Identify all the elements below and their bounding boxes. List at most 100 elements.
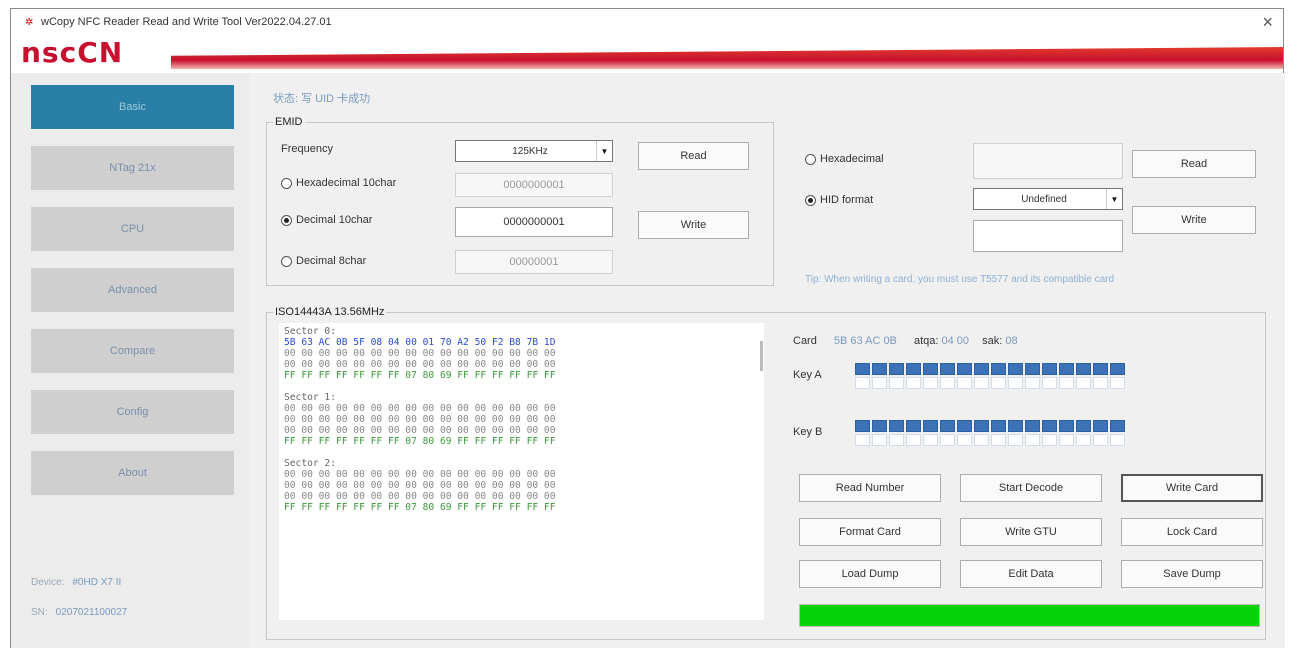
device-label: Device: (31, 577, 65, 588)
brand-banner (171, 47, 1283, 69)
hid-hex-field[interactable] (973, 143, 1123, 179)
key-b-label: Key B (793, 426, 823, 438)
key-cell (872, 363, 887, 375)
key-cell (1059, 420, 1074, 432)
sidebar-item-about[interactable]: About (31, 451, 234, 495)
radio-hex10-label: Hexadecimal 10char (296, 177, 397, 189)
chevron-down-icon[interactable]: ▼ (596, 141, 612, 161)
write-card-button[interactable]: Write Card (1121, 474, 1263, 502)
emid-legend: EMID (275, 116, 303, 128)
chevron-down-icon[interactable]: ▼ (1106, 189, 1122, 209)
radio-dot[interactable] (805, 153, 816, 165)
hex-line (284, 381, 759, 392)
key-cell (906, 363, 921, 375)
hid-read-button[interactable]: Read (1132, 150, 1256, 178)
frequency-value: 125KHz (512, 145, 548, 157)
close-icon[interactable]: × (1262, 12, 1273, 33)
frequency-select[interactable]: 125KHz ▼ (455, 140, 613, 162)
key-cell (855, 434, 870, 446)
radio-dec8-label: Decimal 8char (296, 255, 367, 267)
key-cell (855, 377, 870, 389)
radio-hexadecimal[interactable]: Hexadecimal (805, 153, 884, 165)
key-cell (974, 377, 989, 389)
key-cell (1008, 420, 1023, 432)
sidebar-item-compare[interactable]: Compare (31, 329, 234, 373)
title-bar[interactable]: ✲ wCopy NFC Reader Read and Write Tool V… (11, 9, 1283, 37)
hid-write-button[interactable]: Write (1132, 206, 1256, 234)
hex-line: 00 00 00 00 00 00 00 00 00 00 00 00 00 0… (284, 469, 556, 480)
key-cell (974, 420, 989, 432)
sidebar-item-advanced[interactable]: Advanced (31, 268, 234, 312)
hex10-field[interactable]: 0000000001 (455, 173, 613, 197)
key-cell (957, 377, 972, 389)
key-cell (1025, 363, 1040, 375)
dec10-field[interactable]: 0000000001 (455, 207, 613, 237)
key-cell (923, 377, 938, 389)
card-label: Card (793, 335, 817, 347)
serial-value: 0207021100027 (55, 607, 128, 618)
key-cell (1110, 377, 1125, 389)
emid-read-button[interactable]: Read (638, 142, 749, 170)
hid-format-select[interactable]: Undefined ▼ (973, 188, 1123, 210)
key-cell (1008, 363, 1023, 375)
key-cell (1059, 377, 1074, 389)
key-cell (1076, 434, 1091, 446)
read-number-button[interactable]: Read Number (799, 474, 941, 502)
radio-dot-selected[interactable] (805, 194, 816, 206)
main-panel: 状态: 写 UID 卡成功 EMID Frequency 125KHz ▼ Re… (249, 73, 1285, 648)
hex-line (284, 447, 759, 458)
hid-value-field[interactable] (973, 220, 1123, 252)
key-cell (855, 420, 870, 432)
hex-line: 00 00 00 00 00 00 00 00 00 00 00 00 00 0… (284, 425, 556, 436)
radio-dec8[interactable]: Decimal 8char (281, 255, 366, 267)
sidebar-item-cpu[interactable]: CPU (31, 207, 234, 251)
edit-data-button[interactable]: Edit Data (960, 560, 1102, 588)
radio-dot[interactable] (281, 177, 292, 189)
key-a-label: Key A (793, 369, 822, 381)
lock-card-button[interactable]: Lock Card (1121, 518, 1263, 546)
radio-dec10-label: Decimal 10char (296, 214, 373, 226)
radio-dec10[interactable]: Decimal 10char (281, 214, 372, 226)
radio-hex10[interactable]: Hexadecimal 10char (281, 177, 396, 189)
status-text: 状态: 写 UID 卡成功 (273, 93, 371, 105)
atqa-value: 04 00 (941, 335, 970, 347)
hex-line: 00 00 00 00 00 00 00 00 00 00 00 00 00 0… (284, 348, 556, 359)
key-cell (940, 420, 955, 432)
key-cell (974, 363, 989, 375)
key-cell (872, 377, 887, 389)
serial-info: SN: 0207021100027 (31, 607, 127, 618)
radio-dot[interactable] (281, 255, 292, 267)
format-card-button[interactable]: Format Card (799, 518, 941, 546)
emid-write-button[interactable]: Write (638, 211, 749, 239)
card-uid: 5B 63 AC 0B (833, 335, 897, 347)
dec8-field[interactable]: 00000001 (455, 250, 613, 274)
sidebar-item-basic[interactable]: Basic (31, 85, 234, 129)
load-dump-button[interactable]: Load Dump (799, 560, 941, 588)
write-gtu-button[interactable]: Write GTU (960, 518, 1102, 546)
hex-line: 00 00 00 00 00 00 00 00 00 00 00 00 00 0… (284, 414, 556, 425)
app-icon: ✲ (25, 17, 34, 28)
key-cell (991, 363, 1006, 375)
hex-dump-textarea[interactable]: Sector 0: 5B 63 AC 0B 5F 08 04 00 01 70 A… (279, 323, 764, 620)
key-cell (974, 434, 989, 446)
radio-hexadecimal-label: Hexadecimal (820, 153, 884, 165)
hex-scrollbar[interactable] (760, 341, 763, 371)
key-cell (957, 420, 972, 432)
start-decode-button[interactable]: Start Decode (960, 474, 1102, 502)
key-cell (1025, 377, 1040, 389)
hex-line: 00 00 00 00 00 00 00 00 00 00 00 00 00 0… (284, 491, 556, 502)
key-cell (1008, 434, 1023, 446)
hex-line: 00 00 00 00 00 00 00 00 00 00 00 00 00 0… (284, 480, 556, 491)
key-cell (1042, 377, 1057, 389)
key-cell (889, 434, 904, 446)
radio-hid-format[interactable]: HID format (805, 194, 873, 206)
hex-line: Sector 0: (284, 326, 336, 337)
save-dump-button[interactable]: Save Dump (1121, 560, 1263, 588)
key-cell (1110, 420, 1125, 432)
sidebar-item-config[interactable]: Config (31, 390, 234, 434)
radio-dot-selected[interactable] (281, 214, 292, 226)
hex-line: FF FF FF FF FF FF FF 07 80 69 FF FF FF F… (284, 436, 556, 447)
key-cell (923, 363, 938, 375)
sidebar-item-ntag[interactable]: NTag 21x (31, 146, 234, 190)
brand-logo: nscCN (21, 36, 124, 69)
